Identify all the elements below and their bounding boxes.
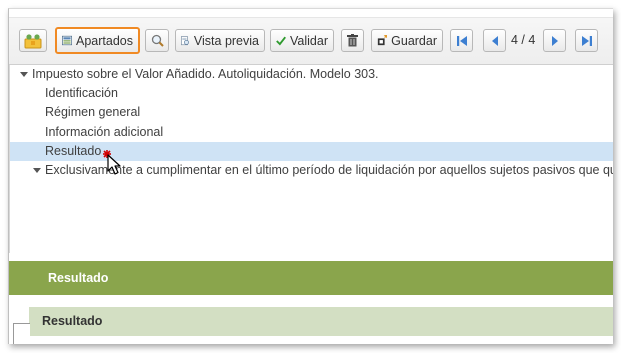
tree-item-label: Información adicional — [45, 125, 164, 139]
preview-button[interactable]: Vista previa — [175, 29, 265, 52]
users-group-button[interactable] — [19, 29, 47, 52]
tree-item-label: Resultado — [45, 144, 102, 158]
section-header-resultado: Resultado — [9, 261, 613, 295]
mouse-pointer-icon — [103, 150, 121, 175]
sections-icon — [62, 35, 73, 46]
previous-page-icon — [491, 35, 498, 46]
chevron-down-icon[interactable] — [20, 72, 28, 78]
tree-node-exclusivamente[interactable]: Exclusivamente a cumplimentar en el últi… — [10, 161, 613, 180]
form-window: Apartados Vista previa Validar Guardar 4… — [8, 8, 613, 344]
previous-page-button[interactable] — [483, 29, 506, 52]
search-button[interactable] — [145, 29, 169, 52]
side-tab[interactable] — [13, 323, 30, 344]
tree-item-label: Identificación — [45, 86, 118, 100]
sections-tree: Impuesto sobre el Valor Añadido. Autoliq… — [9, 65, 613, 253]
save-icon — [377, 35, 388, 46]
first-page-icon — [456, 35, 467, 46]
delete-button[interactable] — [341, 29, 364, 52]
toolbar: Apartados Vista previa Validar Guardar 4… — [9, 9, 613, 65]
tree-item-identificacion[interactable]: Identificación — [10, 84, 613, 103]
search-icon — [151, 34, 164, 47]
subsection-header-resultado: Resultado — [29, 307, 613, 336]
trash-icon — [347, 34, 358, 47]
checkmark-icon — [276, 36, 286, 45]
next-page-icon — [551, 35, 558, 46]
save-label: Guardar — [391, 33, 437, 48]
subsection-header-title: Resultado — [42, 314, 103, 328]
preview-icon — [181, 35, 189, 45]
section-header-title: Resultado — [48, 271, 109, 285]
tree-item-regimen-general[interactable]: Régimen general — [10, 103, 613, 122]
tree-item-informacion-adicional[interactable]: Información adicional — [10, 123, 613, 142]
validate-button[interactable]: Validar — [270, 29, 334, 52]
preview-label: Vista previa — [193, 33, 259, 48]
apartados-label: Apartados — [76, 33, 133, 48]
users-group-icon — [24, 33, 42, 48]
tree-item-label: Régimen general — [45, 105, 141, 119]
page-indicator: 4 / 4 — [511, 33, 536, 47]
apartados-button[interactable]: Apartados — [55, 27, 140, 54]
next-page-button[interactable] — [543, 29, 566, 52]
tree-node-exclusivamente-label: Exclusivamente a cumplimentar en el últi… — [45, 163, 613, 177]
chevron-down-icon[interactable] — [33, 168, 41, 174]
tree-node-root[interactable]: Impuesto sobre el Valor Añadido. Autoliq… — [10, 65, 613, 84]
save-button[interactable]: Guardar — [371, 29, 443, 52]
validate-label: Validar — [290, 33, 328, 48]
tree-node-root-label: Impuesto sobre el Valor Añadido. Autoliq… — [32, 67, 379, 81]
first-page-button[interactable] — [450, 29, 473, 52]
page: Apartados Vista previa Validar Guardar 4… — [0, 0, 621, 353]
last-page-icon — [581, 35, 592, 46]
last-page-button[interactable] — [575, 29, 598, 52]
tree-item-resultado[interactable]: Resultado — [10, 142, 613, 161]
toolbar-top-strip — [9, 9, 613, 18]
